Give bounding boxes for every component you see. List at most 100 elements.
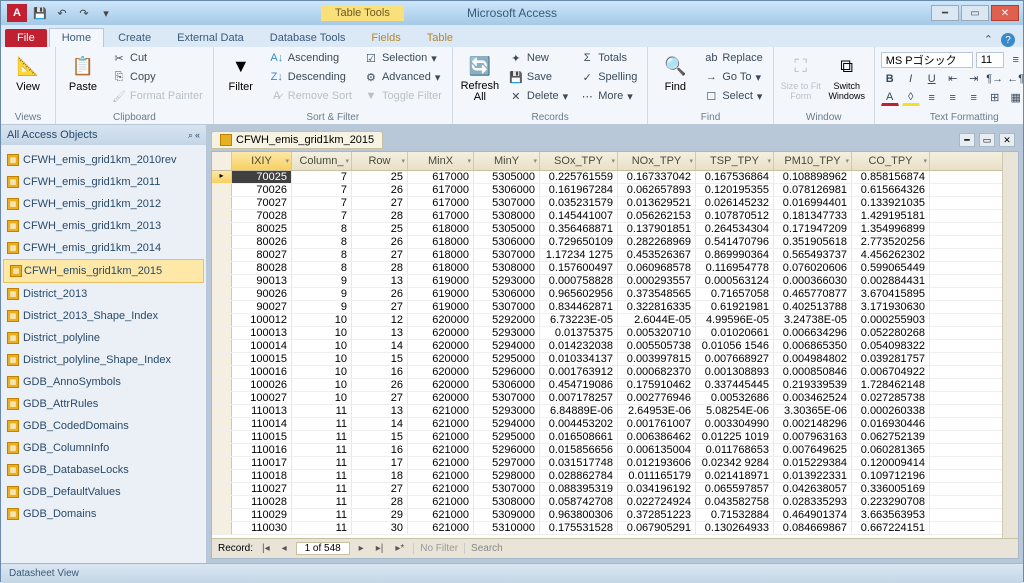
record-position-input[interactable]	[296, 542, 350, 555]
table-row[interactable]: ▸7002572561700053050000.2257615590.16733…	[212, 171, 1002, 184]
table-cell[interactable]: 0.001761007	[618, 418, 696, 430]
column-dropdown-icon[interactable]: ▾	[285, 157, 289, 165]
table-row[interactable]: 100015101562000052950000.0103341370.0039…	[212, 353, 1002, 366]
table-cell[interactable]: 621000	[408, 496, 474, 508]
table-cell[interactable]: 0.858156874	[852, 171, 930, 183]
table-row[interactable]: 100016101662000052960000.0017639120.0006…	[212, 366, 1002, 379]
table-cell[interactable]: 0.043582758	[696, 496, 774, 508]
column-header[interactable]: SOx_TPY▾	[540, 152, 618, 170]
table-cell[interactable]: 0.541470796	[696, 236, 774, 248]
table-cell[interactable]: 0.282268969	[618, 236, 696, 248]
table-cell[interactable]: 70028	[232, 210, 292, 222]
table-cell[interactable]: 9	[292, 288, 352, 300]
table-cell[interactable]: 0.963800306	[540, 509, 618, 521]
more-button[interactable]: ⋯More ▾	[576, 87, 641, 105]
table-cell[interactable]: 0.003997815	[618, 353, 696, 365]
column-dropdown-icon[interactable]: ▾	[845, 157, 849, 165]
window-restore-button[interactable]: ▭	[961, 5, 989, 21]
table-cell[interactable]: 0.084669867	[774, 522, 852, 534]
table-cell[interactable]: 8	[292, 262, 352, 274]
table-cell[interactable]: 0.003462524	[774, 392, 852, 404]
table-row[interactable]: 110028112862100053080000.0587427080.0227…	[212, 496, 1002, 509]
table-cell[interactable]: 7	[292, 184, 352, 196]
table-cell[interactable]: 5310000	[474, 522, 540, 534]
altrow-icon[interactable]: ▦	[1007, 90, 1024, 106]
window-close-button[interactable]: ✕	[991, 5, 1019, 21]
table-cell[interactable]: 10	[292, 314, 352, 326]
table-cell[interactable]: 29	[352, 509, 408, 521]
table-cell[interactable]: 100013	[232, 327, 292, 339]
table-cell[interactable]: 80025	[232, 223, 292, 235]
nav-item[interactable]: ▦GDB_AnnoSymbols	[1, 371, 206, 393]
table-cell[interactable]: 11	[292, 470, 352, 482]
table-cell[interactable]: 0.145441007	[540, 210, 618, 222]
table-cell[interactable]: 0.373548565	[618, 288, 696, 300]
table-row[interactable]: 8002582561800053050000.3564688710.137901…	[212, 223, 1002, 236]
ascending-button[interactable]: A↓Ascending	[266, 49, 356, 67]
table-cell[interactable]: 619000	[408, 275, 474, 287]
table-cell[interactable]: 11	[292, 405, 352, 417]
table-cell[interactable]: 5308000	[474, 496, 540, 508]
table-cell[interactable]: 620000	[408, 379, 474, 391]
table-cell[interactable]: 16	[352, 366, 408, 378]
fill-color-icon[interactable]: ◊	[902, 90, 920, 106]
table-cell[interactable]: 0.006634296	[774, 327, 852, 339]
table-cell[interactable]: 621000	[408, 509, 474, 521]
table-cell[interactable]: 110018	[232, 470, 292, 482]
replace-button[interactable]: abReplace	[700, 49, 766, 67]
table-row[interactable]: 8002782761800053070001.17234 12750.45352…	[212, 249, 1002, 262]
table-cell[interactable]: 70026	[232, 184, 292, 196]
table-cell[interactable]: 0.161967284	[540, 184, 618, 196]
table-cell[interactable]: 621000	[408, 418, 474, 430]
table-cell[interactable]: 0.011768653	[696, 444, 774, 456]
table-row[interactable]: 8002682661800053060000.7296501090.282268…	[212, 236, 1002, 249]
bullets-icon[interactable]: ≡	[1007, 52, 1024, 68]
table-cell[interactable]: 0.402513788	[774, 301, 852, 313]
table-cell[interactable]: 619000	[408, 301, 474, 313]
table-cell[interactable]: 0.003304990	[696, 418, 774, 430]
table-cell[interactable]: 0.010334137	[540, 353, 618, 365]
doc-close-button[interactable]: ✕	[999, 133, 1015, 147]
italic-button[interactable]: I	[902, 71, 920, 87]
table-cell[interactable]: 0.058742708	[540, 496, 618, 508]
table-cell[interactable]: 618000	[408, 262, 474, 274]
table-cell[interactable]: 3.171930630	[852, 301, 930, 313]
table-cell[interactable]: 100012	[232, 314, 292, 326]
table-cell[interactable]: 621000	[408, 405, 474, 417]
table-cell[interactable]: 0.011165179	[618, 470, 696, 482]
table-cell[interactable]: 9	[292, 301, 352, 313]
table-cell[interactable]: 0.120195355	[696, 184, 774, 196]
window-minimize-button[interactable]: ━	[931, 5, 959, 21]
table-cell[interactable]: 0.225761559	[540, 171, 618, 183]
table-cell[interactable]: 620000	[408, 392, 474, 404]
column-dropdown-icon[interactable]: ▾	[923, 157, 927, 165]
table-cell[interactable]: 0.108898962	[774, 171, 852, 183]
table-cell[interactable]: 617000	[408, 197, 474, 209]
filter-button[interactable]: ▼ Filter	[220, 49, 262, 93]
table-cell[interactable]: 26	[352, 288, 408, 300]
table-cell[interactable]: 617000	[408, 210, 474, 222]
table-cell[interactable]: 70025	[232, 171, 292, 183]
rtl-icon[interactable]: ←¶	[1007, 71, 1024, 87]
record-last-button[interactable]: ▸|	[373, 543, 387, 554]
search-label[interactable]: Search	[464, 543, 1012, 554]
table-cell[interactable]: 5307000	[474, 483, 540, 495]
table-cell[interactable]: 100014	[232, 340, 292, 352]
table-cell[interactable]: 0.076020606	[774, 262, 852, 274]
table-cell[interactable]: 70027	[232, 197, 292, 209]
table-cell[interactable]: 5308000	[474, 262, 540, 274]
table-cell[interactable]: 13	[352, 327, 408, 339]
table-cell[interactable]: 0.002148296	[774, 418, 852, 430]
table-cell[interactable]: 0.000255903	[852, 314, 930, 326]
table-row[interactable]: 110029112962100053090000.9638003060.3728…	[212, 509, 1002, 522]
table-cell[interactable]: 0.014232038	[540, 340, 618, 352]
table-cell[interactable]: 0.454719086	[540, 379, 618, 391]
column-header[interactable]: CO_TPY▾	[852, 152, 930, 170]
table-cell[interactable]: 16	[352, 444, 408, 456]
table-cell[interactable]: 0.71532884	[696, 509, 774, 521]
table-row[interactable]: 100026102662000053060000.4547190860.1759…	[212, 379, 1002, 392]
table-row[interactable]: 7002872861700053080000.1454410070.056262…	[212, 210, 1002, 223]
table-cell[interactable]: 0.01056 1546	[696, 340, 774, 352]
table-cell[interactable]: 0.130264933	[696, 522, 774, 534]
switch-windows-button[interactable]: ⧉ Switch Windows	[826, 49, 868, 101]
